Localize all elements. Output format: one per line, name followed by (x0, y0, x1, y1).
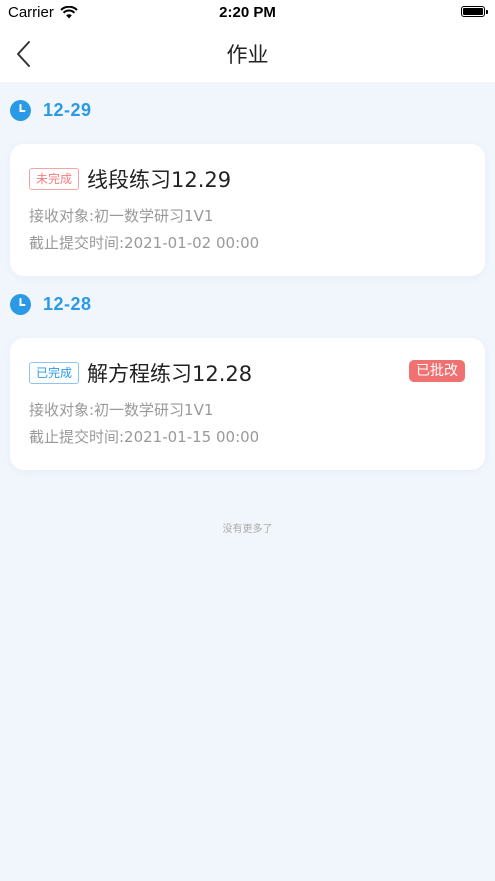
status-bar: Carrier 2:20 PM (0, 0, 495, 26)
date-label: 12-29 (43, 100, 92, 120)
homework-card[interactable]: 未完成 线段练习12.29 接收对象:初一数学研习1V1 截止提交时间:2021… (10, 144, 485, 276)
graded-badge: 已批改 (409, 360, 465, 382)
status-badge: 已完成 (29, 362, 80, 384)
battery-icon (461, 6, 488, 17)
homework-title: 线段练习12.29 (87, 168, 232, 192)
status-badge: 未完成 (29, 168, 80, 190)
status-time: 2:20 PM (219, 4, 276, 21)
homework-card[interactable]: 已完成 解方程练习12.28 已批改 接收对象:初一数学研习1V1 截止提交时间… (10, 338, 485, 470)
date-header: 12-28 (10, 294, 92, 315)
deadline-text: 截止提交时间:2021-01-02 00:00 (29, 234, 260, 252)
card-header: 已完成 解方程练习12.28 (29, 358, 465, 388)
nav-bar: 作业 (0, 26, 495, 82)
card-header: 未完成 线段练习12.29 (29, 164, 465, 194)
page-title: 作业 (226, 43, 269, 67)
date-header: 12-29 (10, 100, 92, 121)
deadline-text: 截止提交时间:2021-01-15 00:00 (29, 428, 260, 446)
date-label: 12-28 (43, 294, 92, 314)
receiver-text: 接收对象:初一数学研习1V1 (29, 207, 214, 225)
clock-icon (10, 100, 31, 121)
no-more-text: 没有更多了 (222, 524, 273, 535)
clock-icon (10, 294, 31, 315)
homework-title: 解方程练习12.28 (87, 362, 253, 386)
receiver-text: 接收对象:初一数学研习1V1 (29, 401, 214, 419)
